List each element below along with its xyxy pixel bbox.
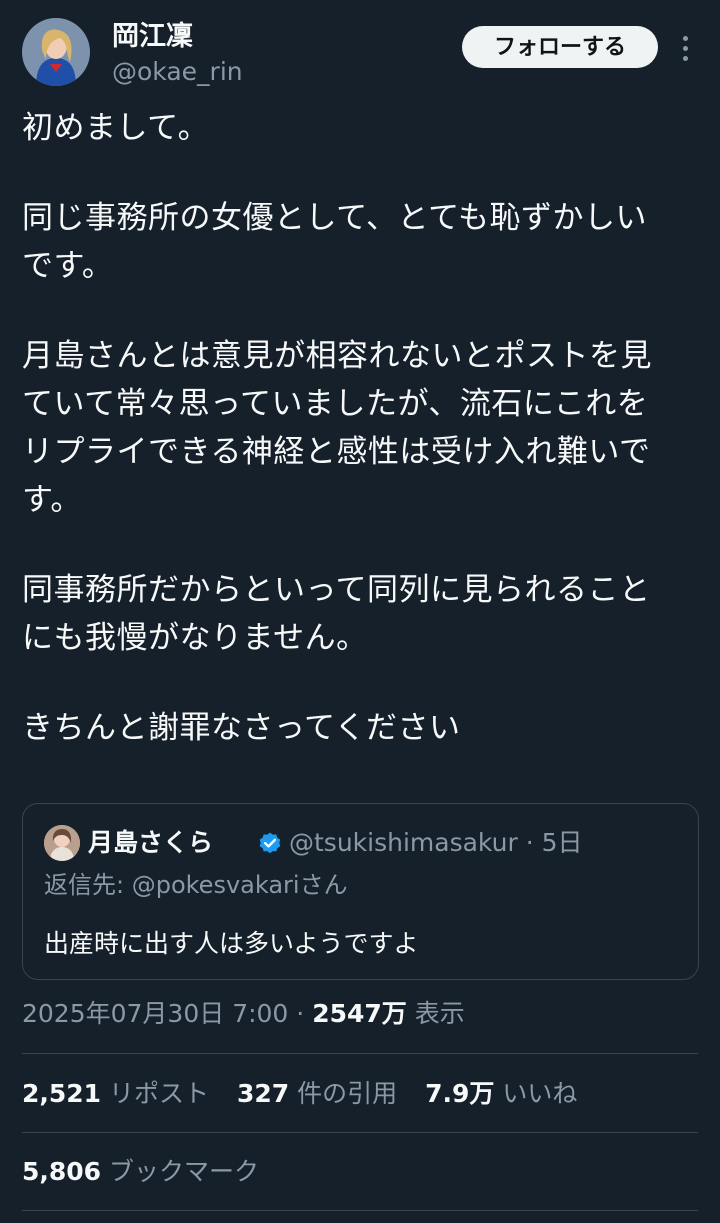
quoted-tweet-text: 出産時に出す人は多いようですよ xyxy=(44,929,419,958)
author-avatar[interactable] xyxy=(22,18,90,86)
quotes-label: 件の引用 xyxy=(289,1079,398,1108)
tweet-line: 同じ事務所の女優として、とても恥ずかしい xyxy=(22,200,648,236)
quoted-author-avatar xyxy=(44,825,80,861)
tweet-line: 月島さんとは意見が相容れないとポストを見 xyxy=(22,338,652,374)
tweet-line: す。 xyxy=(22,482,82,518)
quoted-author-handle-time: @tsukishimasakur · 5日 xyxy=(289,828,583,857)
divider xyxy=(22,1132,698,1133)
follow-button[interactable]: フォローする xyxy=(462,26,658,68)
bookmarks-count: 5,806 xyxy=(22,1157,102,1186)
more-dot xyxy=(682,35,688,41)
quoted-tweet-card[interactable]: 月島さくら @tsukishimasakur · 5日 返信先: @pokesv… xyxy=(22,803,699,980)
tweet-text: 初めまして。 同じ事務所の女優として、とても恥ずかしい です。 月島さんとは意見… xyxy=(22,104,702,752)
tweet-line: 初めまして。 xyxy=(22,110,210,146)
likes-stat[interactable]: 7.9万 いいね xyxy=(425,1074,577,1114)
tweet-line: にも我慢がなりません。 xyxy=(22,620,368,656)
divider xyxy=(22,1210,698,1211)
reposts-label: リポスト xyxy=(101,1079,210,1108)
tweet-line: リプライできる神経と感性は受け入れ難いで xyxy=(22,434,651,470)
more-dot xyxy=(682,55,688,61)
tweet-meta: 2025年07月30日 7:00 · 2547万 表示 xyxy=(22,994,465,1034)
views-count: 2547万 xyxy=(312,999,407,1028)
tweet-line: です。 xyxy=(22,248,114,284)
views-label: 表示 xyxy=(406,999,465,1028)
more-options-icon[interactable] xyxy=(670,28,700,68)
author-display-name[interactable]: 岡江凜 xyxy=(112,20,193,54)
tweet-line: きちんと謝罪なさってください xyxy=(22,710,461,746)
profile-photo-icon xyxy=(44,825,80,861)
quotes-stat[interactable]: 327 件の引用 xyxy=(237,1074,397,1114)
bookmarks-stat[interactable]: 5,806 ブックマーク xyxy=(22,1152,259,1192)
bookmarks-label: ブックマーク xyxy=(101,1157,260,1186)
quoted-reply-to: 返信先: @pokesvakariさん xyxy=(44,871,348,899)
tweet-line: 同事務所だからといって同列に見られること xyxy=(22,572,651,608)
likes-count: 7.9万 xyxy=(425,1079,495,1108)
tweet-header: 岡江凜 @okae_rin フォローする xyxy=(0,0,720,100)
reposts-count: 2,521 xyxy=(22,1079,102,1108)
reposts-stat[interactable]: 2,521 リポスト xyxy=(22,1074,209,1114)
tweet-detail-page: 岡江凜 @okae_rin フォローする 初めまして。 同じ事務所の女優として、… xyxy=(0,0,720,1223)
quoted-author-name: 月島さくら xyxy=(88,828,214,857)
likes-label: いいね xyxy=(494,1079,578,1108)
tweet-line: ていて常々思っていましたが、流石にこれを xyxy=(22,386,649,422)
engagement-stats: 2,521 リポスト 327 件の引用 7.9万 いいね xyxy=(22,1074,597,1114)
profile-photo-icon xyxy=(22,18,90,86)
quotes-count: 327 xyxy=(236,1079,290,1108)
divider xyxy=(22,1053,698,1054)
author-handle[interactable]: @okae_rin xyxy=(112,56,243,88)
more-dot xyxy=(682,45,688,51)
verified-badge-icon xyxy=(259,832,281,854)
tweet-timestamp[interactable]: 2025年07月30日 7:00 · xyxy=(22,999,312,1028)
